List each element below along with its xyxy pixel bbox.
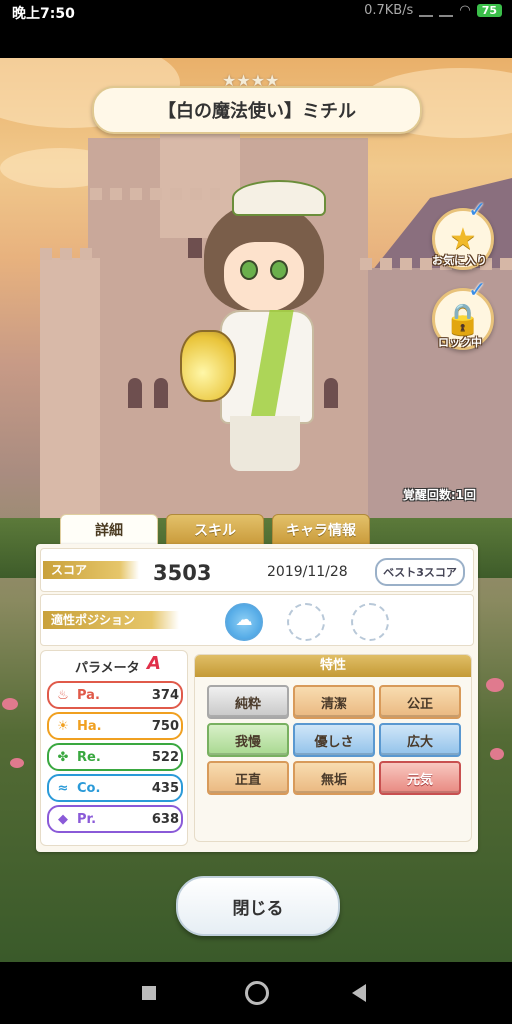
favorite-check-icon: ✓ [468,198,487,223]
cloud-icon: ☁ [235,610,253,630]
stat-co: ≈ Co. 435 [47,774,183,802]
recent-apps-icon[interactable] [142,986,156,1000]
trait-chip[interactable]: 公正 [379,685,461,719]
trait-chip[interactable]: 純粋 [207,685,289,719]
lock-check-icon: ✓ [468,278,487,303]
stat-pa: ♨ Pa. 374 [47,681,183,709]
signal-icon-2 [439,5,454,17]
trait-chip[interactable]: 広大 [379,723,461,757]
position-label: 適性ポジション [43,611,179,629]
stat-re: ✤ Re. 522 [47,743,183,771]
system-nav-bar [0,962,512,1024]
score-value: 3503 [153,561,212,585]
trait-chip[interactable]: 元気 [379,761,461,795]
position-slot-1: ☁ [225,603,263,641]
traits-title: 特性 [195,655,471,677]
stat-pr: ◆ Pr. 638 [47,805,183,833]
awakening-count: 覚醒回数:1回 [402,488,476,502]
trait-chip[interactable]: 我慢 [207,723,289,757]
parameters-title: パラメータ [75,661,140,676]
battery-icon: 75 [476,4,502,17]
close-button[interactable]: 閉じる [176,876,340,936]
flame-icon: ♨ [57,687,69,703]
wifi-icon: ◠ [459,3,471,18]
status-bar: 晚上7:50 0.7KB/s ◠ 75 [0,0,512,26]
signal-icon [419,5,434,17]
favorite-label: お気に入り [432,254,487,267]
score-label: スコア [43,561,139,579]
trait-chip[interactable]: 正直 [207,761,289,795]
clover-icon: ✤ [57,749,69,765]
home-icon[interactable] [245,981,269,1005]
best3-score-button[interactable]: ベスト3スコア [375,558,465,586]
detail-tabs: 詳細 スキル キャラ情報 [60,514,370,546]
potion-bottle [180,330,236,402]
lock-label: ロック中 [438,336,482,349]
back-icon[interactable] [352,984,366,1002]
trait-chip[interactable]: 清潔 [293,685,375,719]
details-panel: スコア 3503 2019/11/28 ベスト3スコア 適性ポジション ☁ パラ… [36,544,478,852]
position-slot-3 [351,603,389,641]
traits-box: 特性 純粋 清潔 公正 我慢 優しさ 広大 正直 無垢 元気 [194,654,472,842]
stat-ha: ☀ Ha. 750 [47,712,183,740]
sun-icon: ☀ [57,718,69,734]
tab-skill[interactable]: スキル [166,514,264,546]
score-date: 2019/11/28 [267,564,348,580]
character-illustration [180,180,350,480]
status-time: 晚上7:50 [12,6,75,22]
network-speed: 0.7KB/s [364,3,414,18]
position-row: 適性ポジション ☁ [40,594,474,646]
tab-details[interactable]: 詳細 [60,514,158,546]
trait-chip[interactable]: 無垢 [293,761,375,795]
diamond-icon: ◆ [58,811,68,827]
trait-chip[interactable]: 優しさ [293,723,375,757]
card-name: 【白の魔法使い】ミチル [158,101,356,122]
wave-icon: ≈ [57,780,69,796]
score-row: スコア 3503 2019/11/28 ベスト3スコア [40,548,474,592]
parameter-rank: A [147,653,161,674]
lock-icon: 🔒 [444,301,482,337]
parameters-box: パラメータ A ♨ Pa. 374 ☀ Ha. 750 ✤ Re. 522 ≈ … [40,650,188,846]
status-indicators: 0.7KB/s ◠ 75 [364,3,502,18]
card-name-banner: 【白の魔法使い】ミチル [92,86,422,134]
position-slot-2 [287,603,325,641]
tab-character-info[interactable]: キャラ情報 [272,514,370,546]
